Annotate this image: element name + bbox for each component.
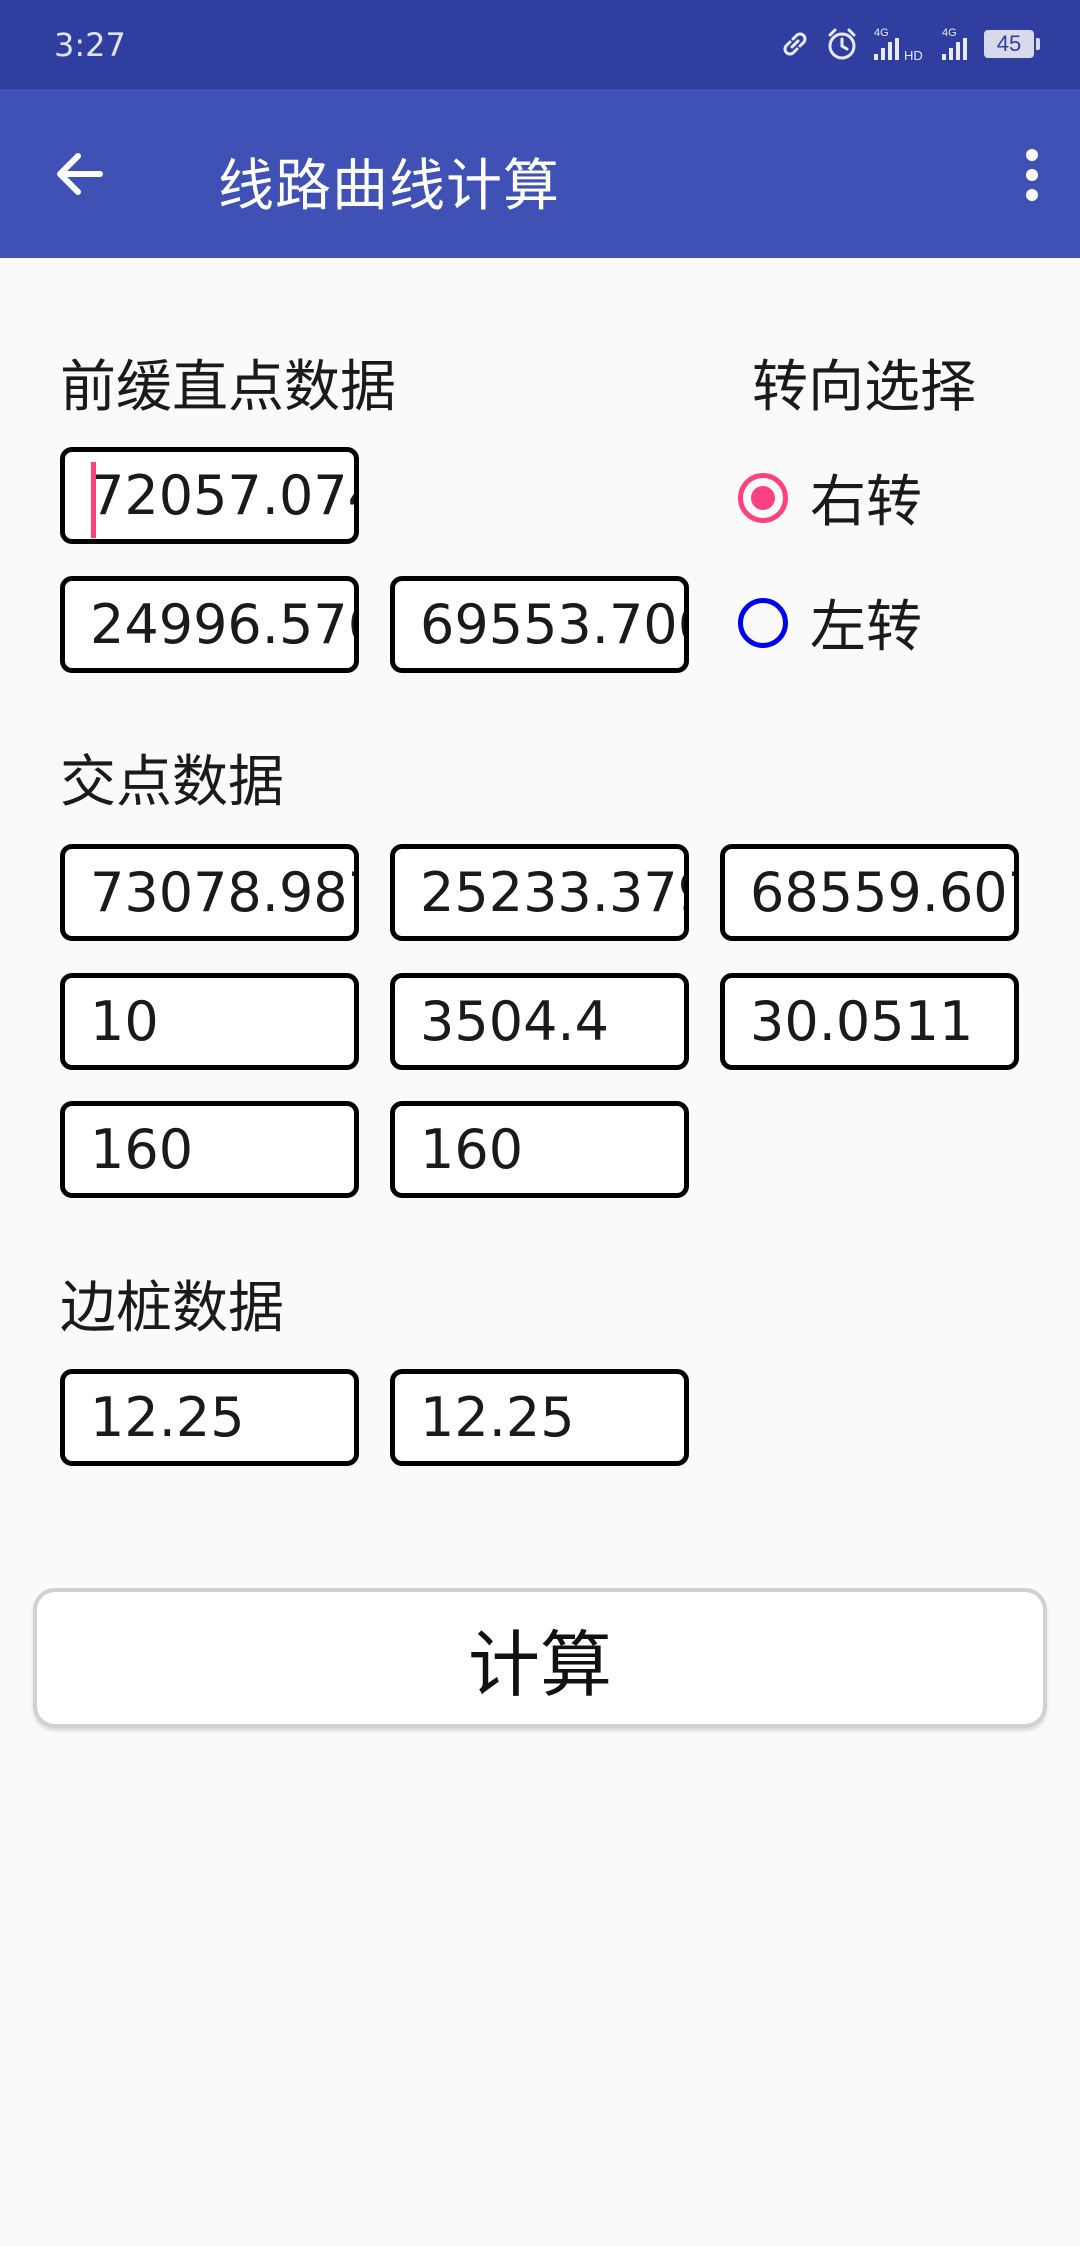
intersection-input-5[interactable]: [395, 978, 684, 1065]
side-pile-field-2[interactable]: [390, 1369, 689, 1466]
link-icon: [783, 32, 807, 56]
intersection-field-5[interactable]: [390, 973, 689, 1070]
status-bar: 3:27 4G HD 4G 45: [0, 0, 1080, 89]
page-title: 线路曲线计算: [218, 154, 560, 219]
calculate-button[interactable]: 计算: [33, 1588, 1047, 1728]
front-point-field-2[interactable]: [60, 576, 359, 673]
front-point-field-1[interactable]: [60, 447, 359, 544]
signal-4g-icon: 4G HD: [874, 27, 923, 62]
side-pile-field-1[interactable]: [60, 1369, 359, 1466]
radio-unchecked-icon[interactable]: [738, 597, 788, 648]
intersection-input-1[interactable]: [65, 849, 354, 936]
intersection-field-4[interactable]: [60, 973, 359, 1070]
radio-right-turn[interactable]: 右转: [738, 457, 922, 538]
more-options-icon[interactable]: [1014, 145, 1050, 205]
intersection-field-3[interactable]: [720, 844, 1019, 941]
intersection-input-3[interactable]: [725, 849, 1014, 936]
status-icons: 4G HD 4G 45: [778, 22, 1040, 66]
side-pile-section-label: 边桩数据: [60, 1276, 284, 1341]
radio-checked-icon[interactable]: [738, 472, 788, 523]
front-point-field-3[interactable]: [390, 576, 689, 673]
front-point-section-label: 前缓直点数据: [60, 355, 396, 420]
intersection-input-7[interactable]: [65, 1106, 354, 1193]
radio-left-turn-label: 左转: [810, 595, 922, 660]
side-pile-input-1[interactable]: [65, 1374, 354, 1461]
intersection-input-8[interactable]: [395, 1106, 684, 1193]
side-pile-input-2[interactable]: [395, 1374, 684, 1461]
intersection-field-1[interactable]: [60, 844, 359, 941]
intersection-field-8[interactable]: [390, 1101, 689, 1198]
intersection-field-2[interactable]: [390, 844, 689, 941]
front-point-input-2[interactable]: [65, 581, 354, 668]
turn-section-label: 转向选择: [752, 355, 976, 420]
text-cursor: [91, 462, 96, 538]
intersection-field-7[interactable]: [60, 1101, 359, 1198]
network-label-1: 4G: [874, 27, 889, 39]
front-point-input-3[interactable]: [395, 581, 684, 668]
intersection-input-6[interactable]: [725, 978, 1014, 1065]
hd-label: HD: [904, 48, 923, 62]
back-arrow-icon[interactable]: [52, 146, 108, 202]
battery-icon: 45: [984, 30, 1040, 58]
intersection-input-2[interactable]: [395, 849, 684, 936]
network-label-2: 4G: [942, 27, 957, 39]
app-bar: 线路曲线计算: [0, 89, 1080, 258]
radio-right-turn-label: 右转: [810, 470, 922, 535]
intersection-field-6[interactable]: [720, 973, 1019, 1070]
intersection-input-4[interactable]: [65, 978, 354, 1065]
signal-4g-icon-2: 4G: [942, 27, 967, 60]
intersection-section-label: 交点数据: [60, 750, 284, 815]
status-time: 3:27: [54, 26, 126, 64]
empty-area: [0, 1780, 1080, 2246]
radio-left-turn[interactable]: 左转: [738, 582, 922, 663]
front-point-input-1[interactable]: [65, 452, 354, 539]
alarm-icon: [828, 28, 856, 60]
